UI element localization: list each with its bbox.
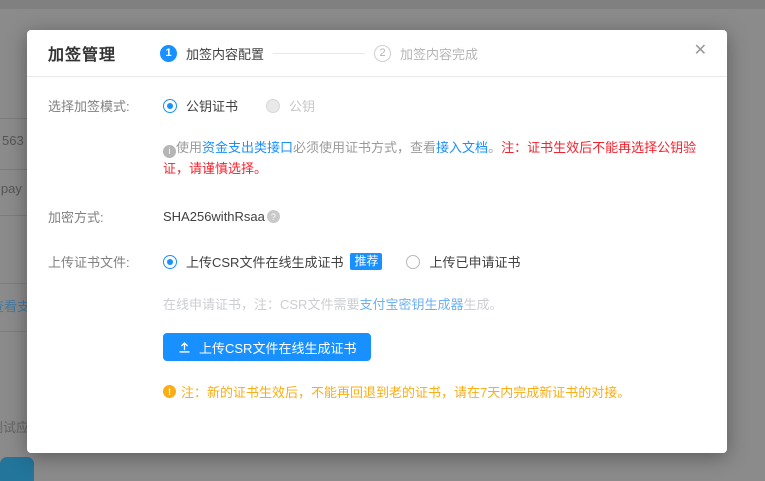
new-cert-note-text: 注：新的证书生效后，不能再回退到老的证书，请在7天内完成新证书的对接。 — [181, 382, 630, 401]
radio-upload-csr[interactable] — [163, 255, 177, 269]
sign-mode-row: 选择加签模式: 公钥证书 公钥 — [48, 96, 727, 115]
notice-text: 必须使用证书方式，查看 — [293, 140, 436, 155]
csr-hint-text: 在线申请证书，注：CSR文件需要 — [163, 297, 359, 312]
table-divider — [0, 331, 27, 332]
radio-upload-existing-label[interactable]: 上传已申请证书 — [429, 252, 520, 271]
background-text-fragment: ipay — [0, 181, 22, 196]
modal-body: 选择加签模式: 公钥证书 公钥 i使用资金支出类接口必须使用证书方式，查看接入文… — [27, 96, 727, 401]
notice-text: 。 — [488, 140, 501, 155]
recommended-badge: 推荐 — [350, 253, 382, 270]
table-divider — [0, 169, 27, 170]
sign-mode-label: 选择加签模式: — [48, 96, 163, 115]
notice-text: 使用 — [176, 140, 202, 155]
integration-doc-link[interactable]: 接入文档 — [436, 140, 488, 155]
signature-management-modal: 加签管理 1 加签内容配置 2 加签内容完成 ✕ 选择加签模式: 公钥证书 公钥 — [27, 30, 727, 453]
radio-upload-csr-label[interactable]: 上传CSR文件在线生成证书 — [186, 252, 343, 271]
encrypt-method-label: 加密方式: — [48, 207, 163, 226]
help-icon[interactable]: ? — [267, 210, 280, 223]
background-link-fragment: 查看支 — [0, 296, 30, 315]
key-generator-link[interactable]: 支付宝密钥生成器 — [359, 297, 463, 312]
modal-header: 加签管理 1 加签内容配置 2 加签内容完成 ✕ — [27, 30, 727, 77]
new-cert-note: ! 注：新的证书生效后，不能再回退到老的证书，请在7天内完成新证书的对接。 — [163, 382, 727, 401]
step-1-label: 加签内容配置 — [186, 44, 264, 63]
radio-public-key-label: 公钥 — [289, 96, 315, 115]
background-text-fragment: 测试应 — [0, 417, 29, 436]
table-divider — [0, 215, 27, 216]
upload-icon — [178, 341, 191, 354]
radio-upload-existing[interactable] — [406, 255, 420, 269]
upload-cert-label: 上传证书文件: — [48, 252, 163, 271]
table-divider — [0, 118, 27, 119]
close-icon[interactable]: ✕ — [694, 43, 707, 59]
info-icon: i — [163, 145, 176, 158]
table-divider — [0, 283, 27, 284]
step-2-label: 加签内容完成 — [400, 44, 478, 63]
background-text-fragment: 563 — [2, 133, 24, 148]
step-2-circle: 2 — [374, 45, 391, 62]
screen: 563 ipay 查看支 测试应 加签管理 1 加签内容配置 2 加签内容完成 … — [0, 0, 765, 481]
step-indicator: 1 加签内容配置 2 加签内容完成 — [160, 44, 478, 63]
sign-mode-options: 公钥证书 公钥 — [163, 96, 315, 115]
upload-cert-options: 上传CSR文件在线生成证书 推荐 上传已申请证书 — [163, 252, 520, 271]
encrypt-method-row: 加密方式: SHA256withRsaa ? — [48, 207, 727, 226]
step-connector-line — [273, 53, 365, 54]
app-logo-icon — [0, 457, 34, 481]
radio-public-key — [266, 99, 280, 113]
warning-icon: ! — [163, 385, 176, 398]
upload-csr-button[interactable]: 上传CSR文件在线生成证书 — [163, 333, 371, 361]
cert-mode-notice: i使用资金支出类接口必须使用证书方式，查看接入文档。注：证书生效后不能再选择公钥… — [163, 137, 719, 179]
upload-cert-row: 上传证书文件: 上传CSR文件在线生成证书 推荐 上传已申请证书 — [48, 252, 727, 271]
csr-hint: 在线申请证书，注：CSR文件需要支付宝密钥生成器生成。 — [163, 294, 727, 313]
upload-csr-button-label: 上传CSR文件在线生成证书 — [199, 338, 356, 357]
encrypt-method-value: SHA256withRsaa — [163, 209, 265, 224]
page-topbar — [0, 0, 765, 9]
radio-public-key-cert[interactable] — [163, 99, 177, 113]
step-1-circle: 1 — [160, 45, 177, 62]
csr-hint-text: 生成。 — [463, 297, 502, 312]
radio-public-key-cert-label[interactable]: 公钥证书 — [186, 96, 238, 115]
modal-title: 加签管理 — [48, 41, 116, 65]
upload-button-row: 上传CSR文件在线生成证书 — [163, 333, 727, 361]
funds-api-link[interactable]: 资金支出类接口 — [202, 140, 293, 155]
